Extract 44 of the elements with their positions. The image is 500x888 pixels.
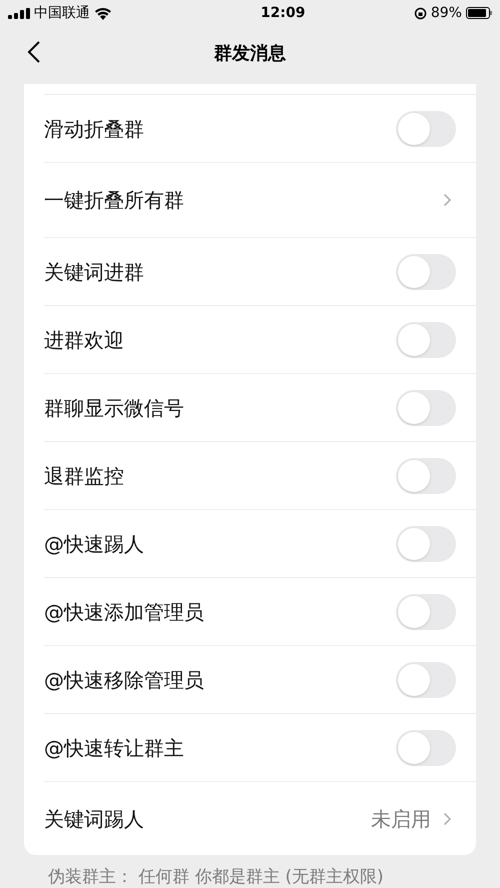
settings-row[interactable]: 退群监控: [44, 441, 476, 509]
carrier-name: 中国联通: [34, 4, 90, 22]
signal-icon: [8, 8, 30, 18]
row-label: @快速移除管理员: [44, 666, 204, 694]
row-label: 滑动折叠群: [44, 116, 144, 142]
page-title: 群发消息: [214, 42, 286, 66]
settings-row[interactable]: @快速转让群主: [44, 713, 476, 781]
settings-row[interactable]: 关键词进群: [44, 237, 476, 305]
row-value: 未启用: [371, 806, 431, 832]
row-label: 退群监控: [44, 462, 124, 490]
chevron-right-icon: [443, 193, 452, 207]
row-label: 关键词进群: [44, 258, 144, 286]
settings-row[interactable]: 进群欢迎: [44, 305, 476, 373]
rotation-lock-icon: [414, 6, 427, 20]
row-label: @快速添加管理员: [44, 598, 204, 626]
settings-row[interactable]: @快速移除管理员: [44, 645, 476, 713]
row-label: 关键词踢人: [44, 806, 144, 832]
clock-time: 12:09: [260, 4, 306, 22]
row-label: 群聊显示微信号: [44, 394, 184, 422]
settings-row[interactable]: @快速添加管理员: [44, 577, 476, 645]
toggle-switch[interactable]: [396, 110, 456, 146]
battery-percent: 89%: [430, 4, 462, 22]
settings-row[interactable]: 滑动折叠群: [44, 94, 476, 162]
toggle-switch[interactable]: [396, 458, 456, 494]
toggle-switch[interactable]: [396, 594, 456, 630]
row-label: @快速踢人: [44, 530, 144, 558]
settings-row[interactable]: 一键折叠所有群: [44, 162, 476, 237]
footer-note: 伪装群主： 任何群 你都是群主 (无群主权限): [47, 866, 384, 888]
toggle-switch[interactable]: [396, 526, 456, 562]
row-label: @快速转让群主: [44, 734, 184, 762]
row-label: 进群欢迎: [44, 326, 124, 354]
battery-icon: [466, 7, 492, 19]
toggle-switch[interactable]: [396, 322, 456, 358]
chevron-right-icon: [443, 812, 452, 826]
toggle-switch[interactable]: [396, 254, 456, 290]
settings-row[interactable]: 关键词踢人 未启用: [44, 781, 476, 855]
back-icon: [27, 40, 41, 64]
settings-row[interactable]: @快速踢人: [44, 509, 476, 577]
toggle-switch[interactable]: [396, 662, 456, 698]
wifi-icon: [94, 6, 112, 20]
settings-row[interactable]: 群聊显示微信号: [44, 373, 476, 441]
toggle-switch[interactable]: [396, 730, 456, 766]
toggle-switch[interactable]: [396, 390, 456, 426]
row-label: 一键折叠所有群: [44, 187, 184, 214]
